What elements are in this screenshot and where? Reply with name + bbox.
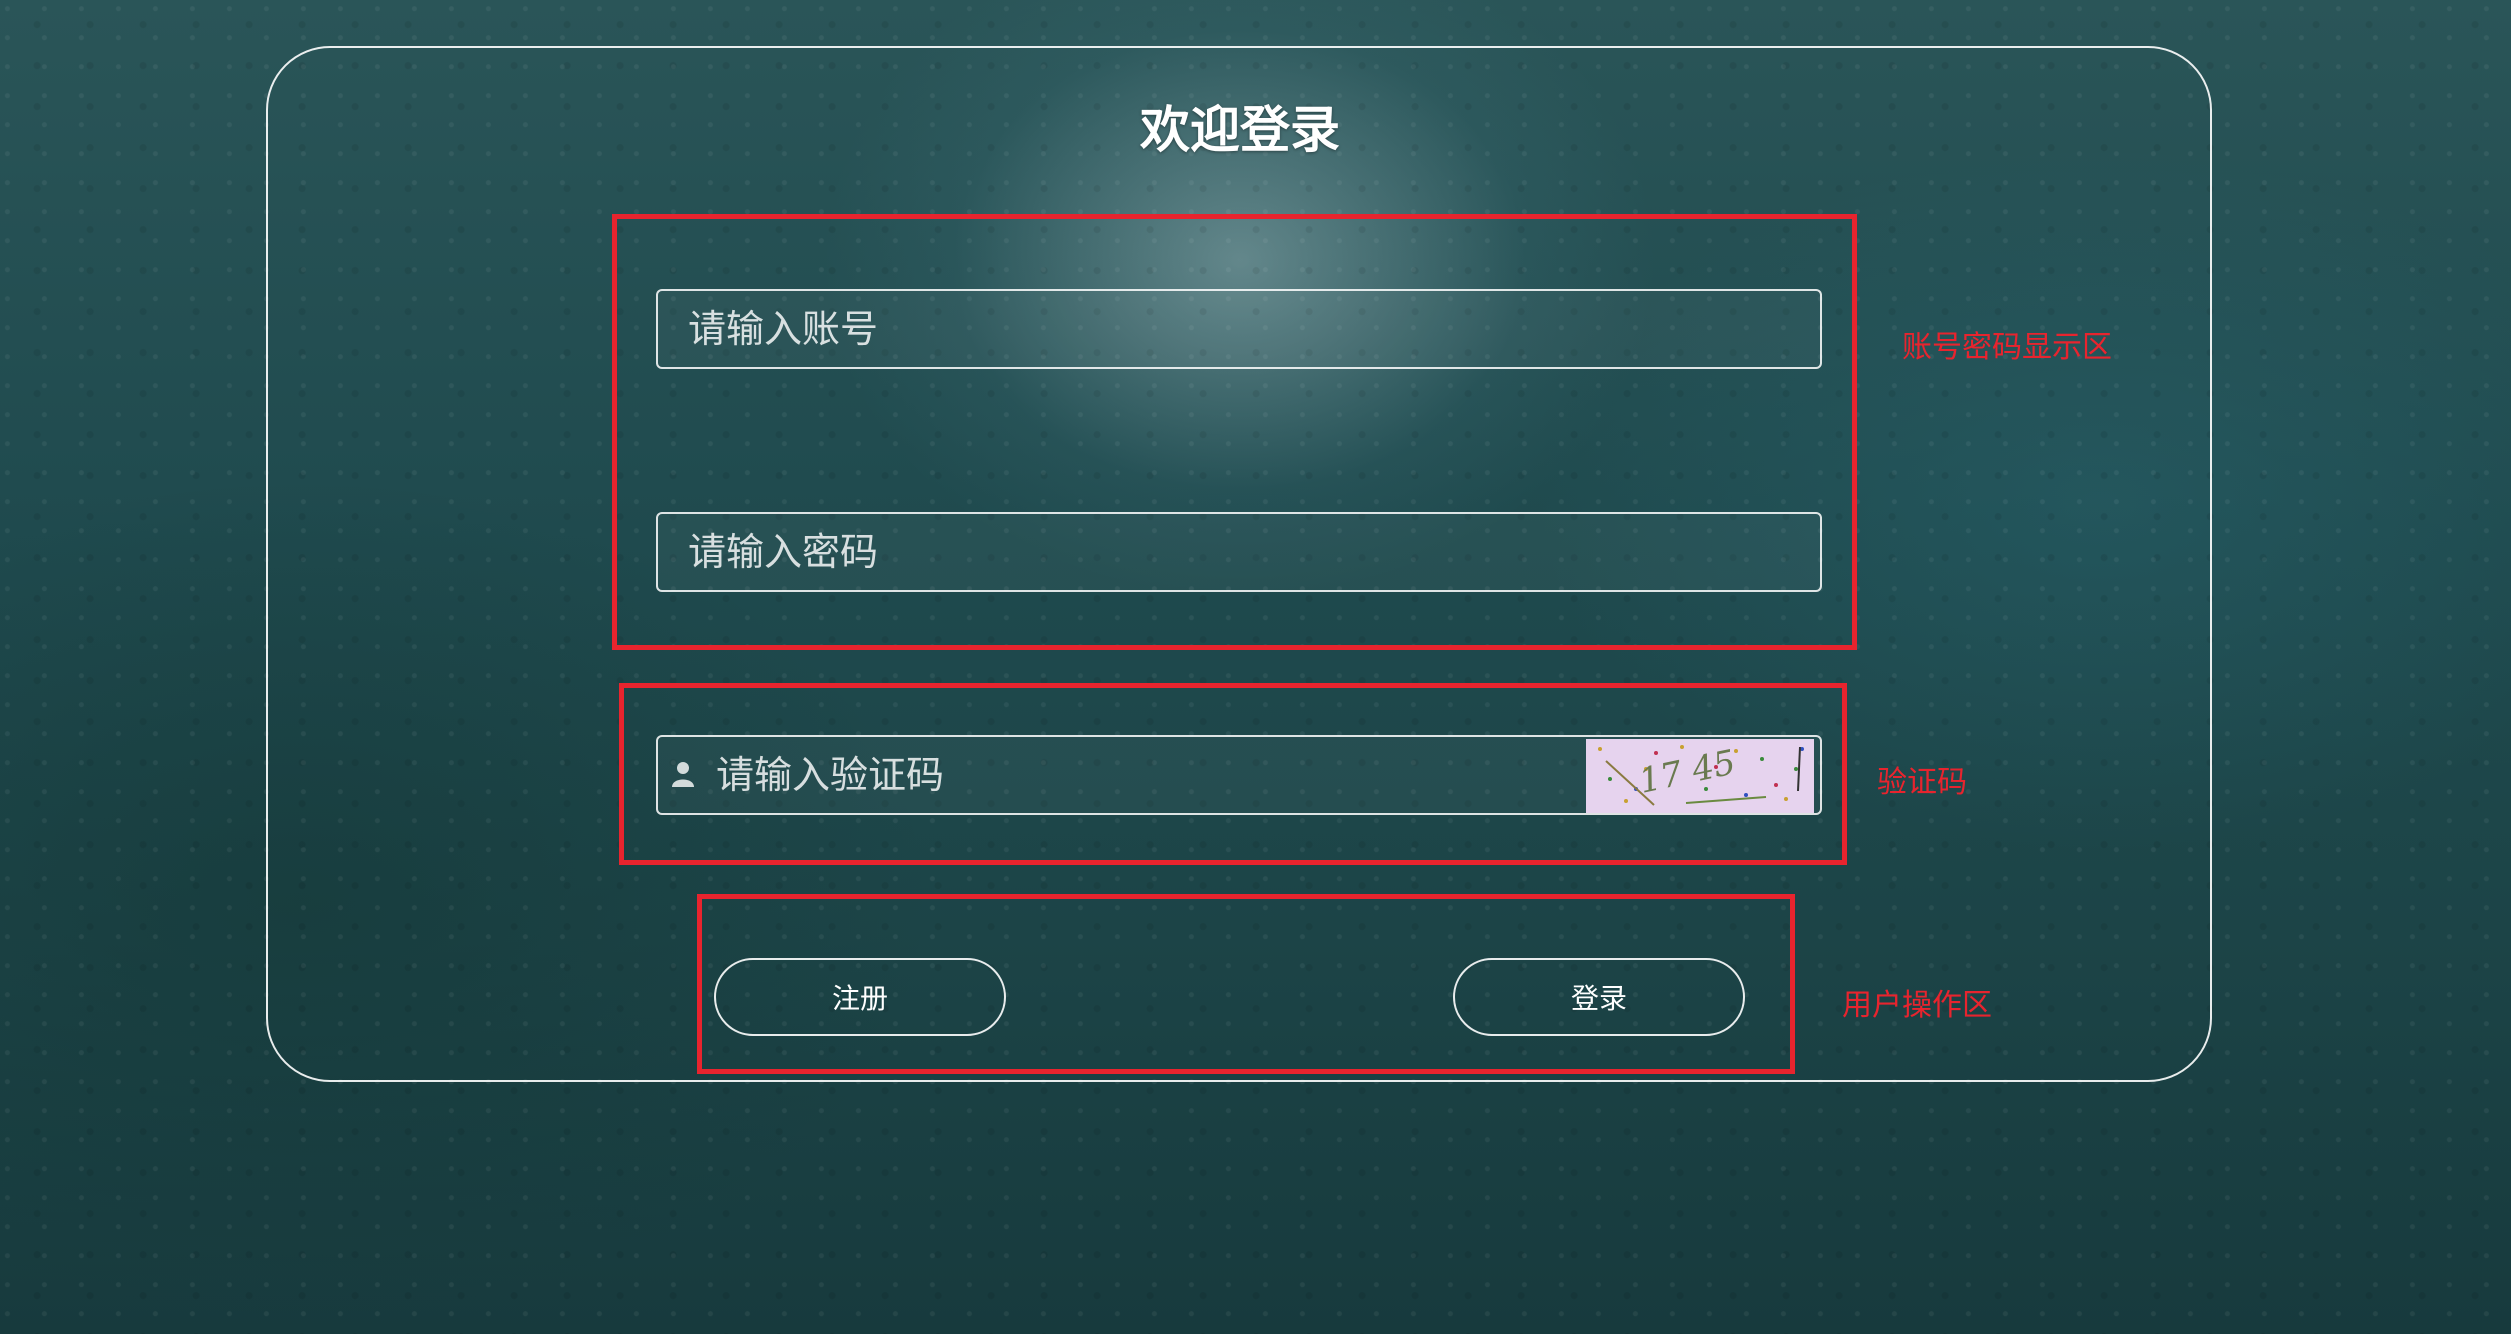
user-icon <box>672 762 694 787</box>
page-title: 欢迎登录 <box>1140 101 1340 159</box>
captcha-field: 17 45 <box>656 735 1822 815</box>
captcha-annotation: 验证码 <box>1877 765 1967 800</box>
captcha-image[interactable]: 17 45 <box>1586 739 1814 813</box>
captcha-graphic: 17 45 <box>1586 739 1814 813</box>
login-button[interactable]: 登录 <box>1453 958 1745 1036</box>
password-input[interactable] <box>688 514 1810 590</box>
operations-annotation: 用户操作区 <box>1842 988 1992 1023</box>
credentials-annotation: 账号密码显示区 <box>1902 330 2112 365</box>
account-input[interactable] <box>688 291 1810 367</box>
captcha-input[interactable] <box>716 737 1516 813</box>
register-button[interactable]: 注册 <box>714 958 1006 1036</box>
password-field <box>656 512 1822 592</box>
account-field <box>656 289 1822 369</box>
